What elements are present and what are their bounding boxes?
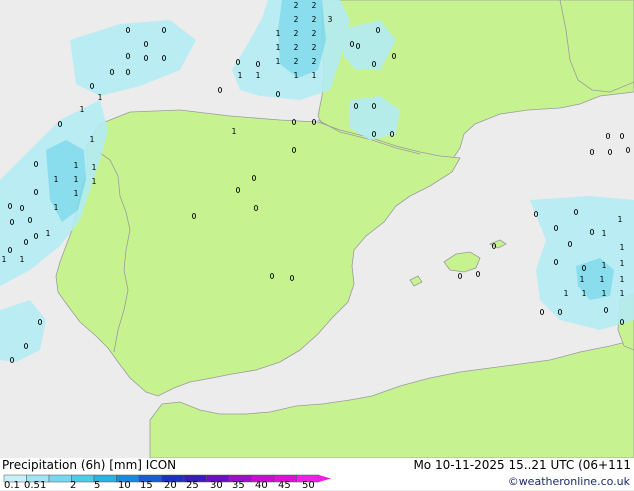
precip-value-label: 2 [294,1,299,10]
precip-value-label: 1 [602,229,607,238]
scale-overflow-arrow [319,475,331,482]
scale-tick-label: 10 [118,480,131,491]
precip-value-label: 1 [2,255,7,264]
scale-tick-label: 40 [255,480,268,491]
precip-value-label: 1 [618,215,623,224]
precip-value-label: 1 [294,71,299,80]
credit-link[interactable]: ©weatheronline.co.uk [508,475,630,489]
precip-value-label: 1 [600,275,605,284]
precip-value-label: 1 [602,261,607,270]
precip-value-label: 1 [580,275,585,284]
precip-value-label: 1 [564,289,569,298]
scale-tick-label: 45 [278,480,291,491]
precip-value-label: 1 [20,255,25,264]
precip-value-label: 2 [312,57,317,66]
precip-value-label: 2 [294,43,299,52]
precip-value-label: 1 [74,161,79,170]
precip-value-label: 1 [54,203,59,212]
precip-value-label: 2 [312,1,317,10]
precip-value-label: 1 [620,259,625,268]
scale-tick-label: 20 [164,480,177,491]
precip-value-label: 2 [312,43,317,52]
precip-value-label: 2 [312,29,317,38]
precip-value-label: 1 [90,135,95,144]
scale-tick-label: 0.1 [4,480,20,491]
scale-tick-label: 25 [186,480,199,491]
precip-value-label: 3 [328,15,333,24]
legend-title: Precipitation (6h) [mm] ICON [2,458,177,472]
scale-tick-label: 5 [94,480,101,491]
scale-tick-label: 2 [70,480,77,491]
precip-value-label: 2 [294,15,299,24]
scale-tick-label: 0.5 [24,480,40,491]
precip-value-label: 1 [256,71,261,80]
precip-value-label: 1 [602,289,607,298]
precip-value-label: 1 [582,289,587,298]
precip-value-label: 1 [54,175,59,184]
precip-value-label: 1 [74,189,79,198]
precip-value-label: 1 [98,93,103,102]
precip-value-label: 1 [92,163,97,172]
precip-value-label: 1 [276,43,281,52]
scale-tick-label: 1 [40,480,47,491]
precip-area-biscay-core [278,0,326,78]
precipitation-map: 2 2 2 2 3 1 2 2 1 2 2 1 2 2 1 1 1 1 1 1 … [0,0,634,458]
forecast-datetime: Mo 10-11-2025 15..21 UTC (06+111 [413,458,631,472]
precip-value-label: 2 [294,57,299,66]
scale-tick-label: 30 [210,480,223,491]
precip-value-label: 1 [620,275,625,284]
precip-value-label: 1 [276,29,281,38]
precip-value-label: 1 [620,289,625,298]
precip-value-label: 1 [80,105,85,114]
scale-swatch [48,474,72,483]
scale-tick-label: 15 [140,480,153,491]
scale-tick-label: 35 [232,480,245,491]
precip-value-label: 1 [232,127,237,136]
precip-value-label: 1 [92,177,97,186]
precip-value-label: 1 [276,57,281,66]
precip-value-label: 1 [74,175,79,184]
precip-value-label: 2 [294,29,299,38]
scale-tick-label: 50 [302,480,315,491]
precip-value-label: 2 [312,15,317,24]
precip-value-label: 1 [238,71,243,80]
precip-value-label: 1 [46,229,51,238]
precip-value-label: 1 [312,71,317,80]
precip-value-label: 1 [620,243,625,252]
